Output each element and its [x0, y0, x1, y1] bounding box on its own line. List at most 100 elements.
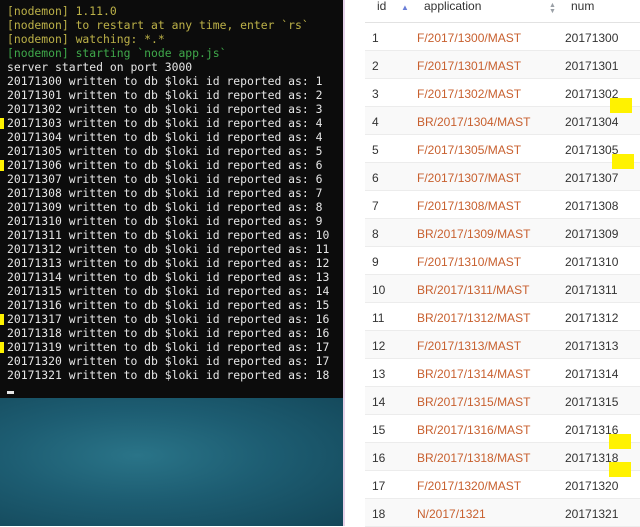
- sort-up-icon[interactable]: ▲: [401, 4, 409, 12]
- application-link[interactable]: F/2017/1308/MAST: [417, 199, 521, 213]
- column-header-id[interactable]: id: [377, 0, 386, 22]
- table-row: 13 BR/2017/1314/MAST 20171314: [365, 359, 640, 387]
- sort-both-icon[interactable]: ▲ ▼: [549, 2, 556, 15]
- data-table: id ▲ application ▲ ▼ num 1 F/2017/1300/MAS…: [365, 0, 640, 527]
- application-link[interactable]: BR/2017/1309/MAST: [417, 227, 530, 241]
- highlight-mark: [610, 98, 632, 113]
- terminal-line: 20171304 written to db $loki id reported…: [7, 130, 323, 144]
- id-cell: 16: [372, 451, 386, 465]
- id-cell: 11: [372, 311, 385, 325]
- column-header-label: num: [571, 0, 595, 13]
- terminal-line: server started on port 3000: [7, 60, 193, 74]
- terminal-line: 20171309 written to db $loki id reported…: [7, 200, 323, 214]
- num-cell: 20171300: [565, 31, 619, 45]
- num-cell: 20171314: [565, 367, 619, 381]
- num-cell: 20171307: [565, 171, 619, 185]
- table-row: 10 BR/2017/1311/MAST 20171311: [365, 275, 640, 303]
- highlight-mark: [0, 118, 4, 129]
- id-cell: 7: [372, 199, 379, 213]
- application-link[interactable]: BR/2017/1312/MAST: [417, 311, 530, 325]
- terminal-line: 20171312 written to db $loki id reported…: [7, 242, 330, 256]
- highlight-mark: [0, 160, 4, 171]
- column-header-num[interactable]: num: [571, 0, 594, 22]
- terminal-window[interactable]: [nodemon] 1.11.0 [nodemon] to restart at …: [0, 0, 343, 398]
- application-link[interactable]: BR/2017/1311/MAST: [417, 283, 530, 297]
- num-cell: 20171321: [565, 507, 619, 521]
- application-link[interactable]: F/2017/1310/MAST: [417, 255, 521, 269]
- terminal-line: 20171305 written to db $loki id reported…: [7, 144, 323, 158]
- table-row: 16 BR/2017/1318/MAST 20171318: [365, 443, 640, 471]
- num-cell: 20171313: [565, 339, 619, 353]
- application-link[interactable]: F/2017/1313/MAST: [417, 339, 521, 353]
- num-cell: 20171320: [565, 479, 619, 493]
- table-row: 3 F/2017/1302/MAST 20171302: [365, 79, 640, 107]
- terminal-line: 20171313 written to db $loki id reported…: [7, 256, 330, 270]
- terminal-line: [nodemon] starting `node app.js`: [7, 46, 227, 60]
- terminal-line: 20171303 written to db $loki id reported…: [7, 116, 323, 130]
- highlight-mark: [0, 314, 4, 325]
- num-cell: 20171308: [565, 199, 619, 213]
- num-cell: 20171301: [565, 59, 619, 73]
- highlight-mark: [609, 462, 631, 477]
- desktop-background: [0, 398, 343, 526]
- application-link[interactable]: BR/2017/1314/MAST: [417, 367, 530, 381]
- id-cell: 14: [372, 395, 386, 409]
- terminal-line: 20171315 written to db $loki id reported…: [7, 284, 330, 298]
- num-cell: 20171311: [565, 283, 618, 297]
- application-link[interactable]: F/2017/1301/MAST: [417, 59, 521, 73]
- application-link[interactable]: BR/2017/1315/MAST: [417, 395, 530, 409]
- highlight-mark: [0, 342, 4, 353]
- table-row: 1 F/2017/1300/MAST 20171300: [365, 23, 640, 51]
- id-cell: 4: [372, 115, 379, 129]
- application-link[interactable]: BR/2017/1318/MAST: [417, 451, 530, 465]
- table-row: 11 BR/2017/1312/MAST 20171312: [365, 303, 640, 331]
- terminal-line: 20171310 written to db $loki id reported…: [7, 214, 323, 228]
- id-cell: 18: [372, 507, 386, 521]
- num-cell: 20171315: [565, 395, 619, 409]
- id-cell: 3: [372, 87, 379, 101]
- application-link[interactable]: BR/2017/1304/MAST: [417, 115, 530, 129]
- terminal-line: 20171306 written to db $loki id reported…: [7, 158, 323, 172]
- terminal-line: 20171307 written to db $loki id reported…: [7, 172, 323, 186]
- application-link[interactable]: F/2017/1307/MAST: [417, 171, 521, 185]
- table-row: 6 F/2017/1307/MAST 20171307: [365, 163, 640, 191]
- application-link[interactable]: F/2017/1302/MAST: [417, 87, 521, 101]
- application-link[interactable]: N/2017/1321: [417, 507, 486, 521]
- num-cell: 20171304: [565, 115, 619, 129]
- gutter: [343, 0, 365, 526]
- terminal-line: 20171318 written to db $loki id reported…: [7, 326, 330, 340]
- table-row: 4 BR/2017/1304/MAST 20171304: [365, 107, 640, 135]
- highlight-mark: [609, 434, 631, 449]
- terminal-line: 20171320 written to db $loki id reported…: [7, 354, 330, 368]
- terminal-line: 20171317 written to db $loki id reported…: [7, 312, 330, 326]
- table-row: 5 F/2017/1305/MAST 20171305: [365, 135, 640, 163]
- application-link[interactable]: BR/2017/1316/MAST: [417, 423, 530, 437]
- num-cell: 20171312: [565, 311, 619, 325]
- table-row: 7 F/2017/1308/MAST 20171308: [365, 191, 640, 219]
- gutter-accent: [343, 0, 345, 526]
- num-cell: 20171309: [565, 227, 619, 241]
- id-cell: 1: [372, 31, 379, 45]
- terminal-line: 20171316 written to db $loki id reported…: [7, 298, 330, 312]
- id-cell: 2: [372, 59, 379, 73]
- terminal-line: 20171302 written to db $loki id reported…: [7, 102, 323, 116]
- table-row: 9 F/2017/1310/MAST 20171310: [365, 247, 640, 275]
- table-row: 17 F/2017/1320/MAST 20171320: [365, 471, 640, 499]
- num-cell: 20171305: [565, 143, 619, 157]
- application-link[interactable]: F/2017/1300/MAST: [417, 31, 521, 45]
- table-row: 18 N/2017/1321 20171321: [365, 499, 640, 527]
- id-cell: 9: [372, 255, 379, 269]
- terminal-line: [nodemon] 1.11.0: [7, 4, 117, 18]
- application-link[interactable]: F/2017/1305/MAST: [417, 143, 521, 157]
- id-cell: 5: [372, 143, 379, 157]
- application-link[interactable]: F/2017/1320/MAST: [417, 479, 521, 493]
- id-cell: 12: [372, 339, 386, 353]
- column-header-application[interactable]: application: [424, 0, 481, 22]
- table-row: 12 F/2017/1313/MAST 20171313: [365, 331, 640, 359]
- table-row: 2 F/2017/1301/MAST 20171301: [365, 51, 640, 79]
- highlight-mark: [612, 154, 634, 169]
- id-cell: 6: [372, 171, 379, 185]
- terminal-line: 20171308 written to db $loki id reported…: [7, 186, 323, 200]
- column-header-label: application: [424, 0, 482, 13]
- terminal-line: 20171301 written to db $loki id reported…: [7, 88, 323, 102]
